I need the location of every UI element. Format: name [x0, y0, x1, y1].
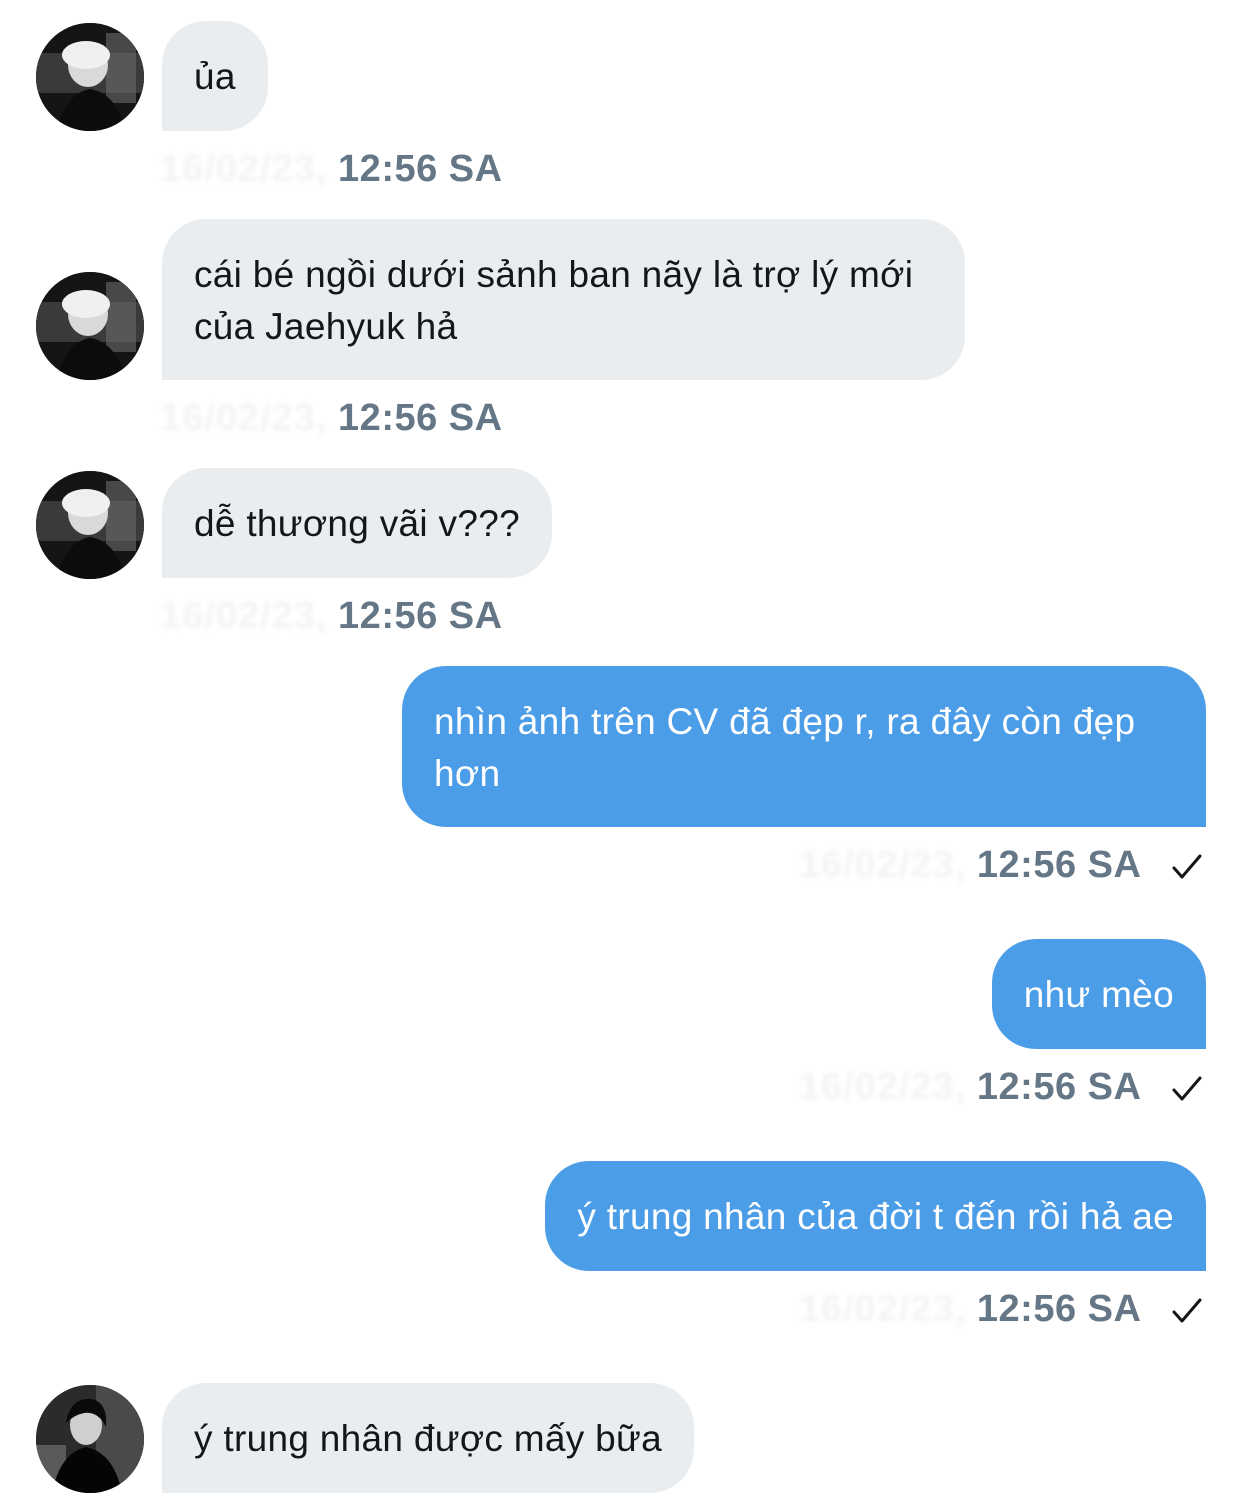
message-bubble-incoming[interactable]: ủa [162, 21, 268, 131]
avatar-blond[interactable] [36, 471, 144, 579]
message-date: 16/02/23, [798, 844, 967, 886]
avatar-blond[interactable] [36, 272, 144, 380]
message-bubble-outgoing[interactable]: nhìn ảnh trên CV đã đẹp r, ra đây còn đẹ… [402, 666, 1206, 827]
message-timestamp: 16/02/23, 12:56 SA [799, 840, 1206, 890]
check-icon [1166, 1072, 1206, 1106]
message-text: ý trung nhân được mấy bữa [194, 1418, 662, 1459]
message-text: dễ thương vãi v??? [194, 503, 520, 544]
message-text: nhìn ảnh trên CV đã đẹp r, ra đây còn đẹ… [434, 701, 1136, 794]
check-icon [1166, 850, 1206, 884]
message-timestamp: 16/02/23, 12:56 SA [799, 1062, 1206, 1112]
message-time: 12:56 SA [338, 595, 503, 637]
message-text: ủa [194, 56, 236, 97]
message-time: 12:56 SA [976, 844, 1142, 886]
message-text: như mèo [1023, 974, 1174, 1015]
message-bubble-outgoing[interactable]: ý trung nhân của đời t đến rồi hả ae [545, 1161, 1206, 1271]
message-timestamp: 16/02/23, 12:56 SA [160, 393, 503, 443]
message-text: ý trung nhân của đời t đến rồi hả ae [577, 1196, 1174, 1237]
message-date: 16/02/23, [160, 148, 328, 190]
message-time: 12:56 SA [338, 397, 503, 439]
message-date: 16/02/23, [160, 595, 328, 637]
message-bubble-incoming[interactable]: ý trung nhân được mấy bữa [162, 1383, 694, 1493]
avatar-blond[interactable] [36, 23, 144, 131]
message-date: 16/02/23, [798, 1288, 967, 1330]
check-icon [1166, 1294, 1206, 1328]
avatar-dark-hair[interactable] [36, 1385, 144, 1493]
message-date: 16/02/23, [160, 397, 328, 439]
message-date: 16/02/23, [798, 1066, 967, 1108]
message-time: 12:56 SA [976, 1288, 1142, 1330]
message-time: 12:56 SA [338, 148, 503, 190]
message-bubble-outgoing[interactable]: như mèo [991, 939, 1206, 1049]
message-time: 12:56 SA [976, 1066, 1142, 1108]
message-text: cái bé ngồi dưới sảnh ban nãy là trợ lý … [194, 254, 914, 347]
message-bubble-incoming[interactable]: cái bé ngồi dưới sảnh ban nãy là trợ lý … [162, 219, 965, 380]
message-timestamp: 16/02/23, 12:56 SA [160, 591, 503, 641]
message-timestamp: 16/02/23, 12:56 SA [799, 1284, 1206, 1334]
message-bubble-incoming[interactable]: dễ thương vãi v??? [162, 468, 552, 578]
message-timestamp: 16/02/23, 12:56 SA [160, 144, 503, 194]
